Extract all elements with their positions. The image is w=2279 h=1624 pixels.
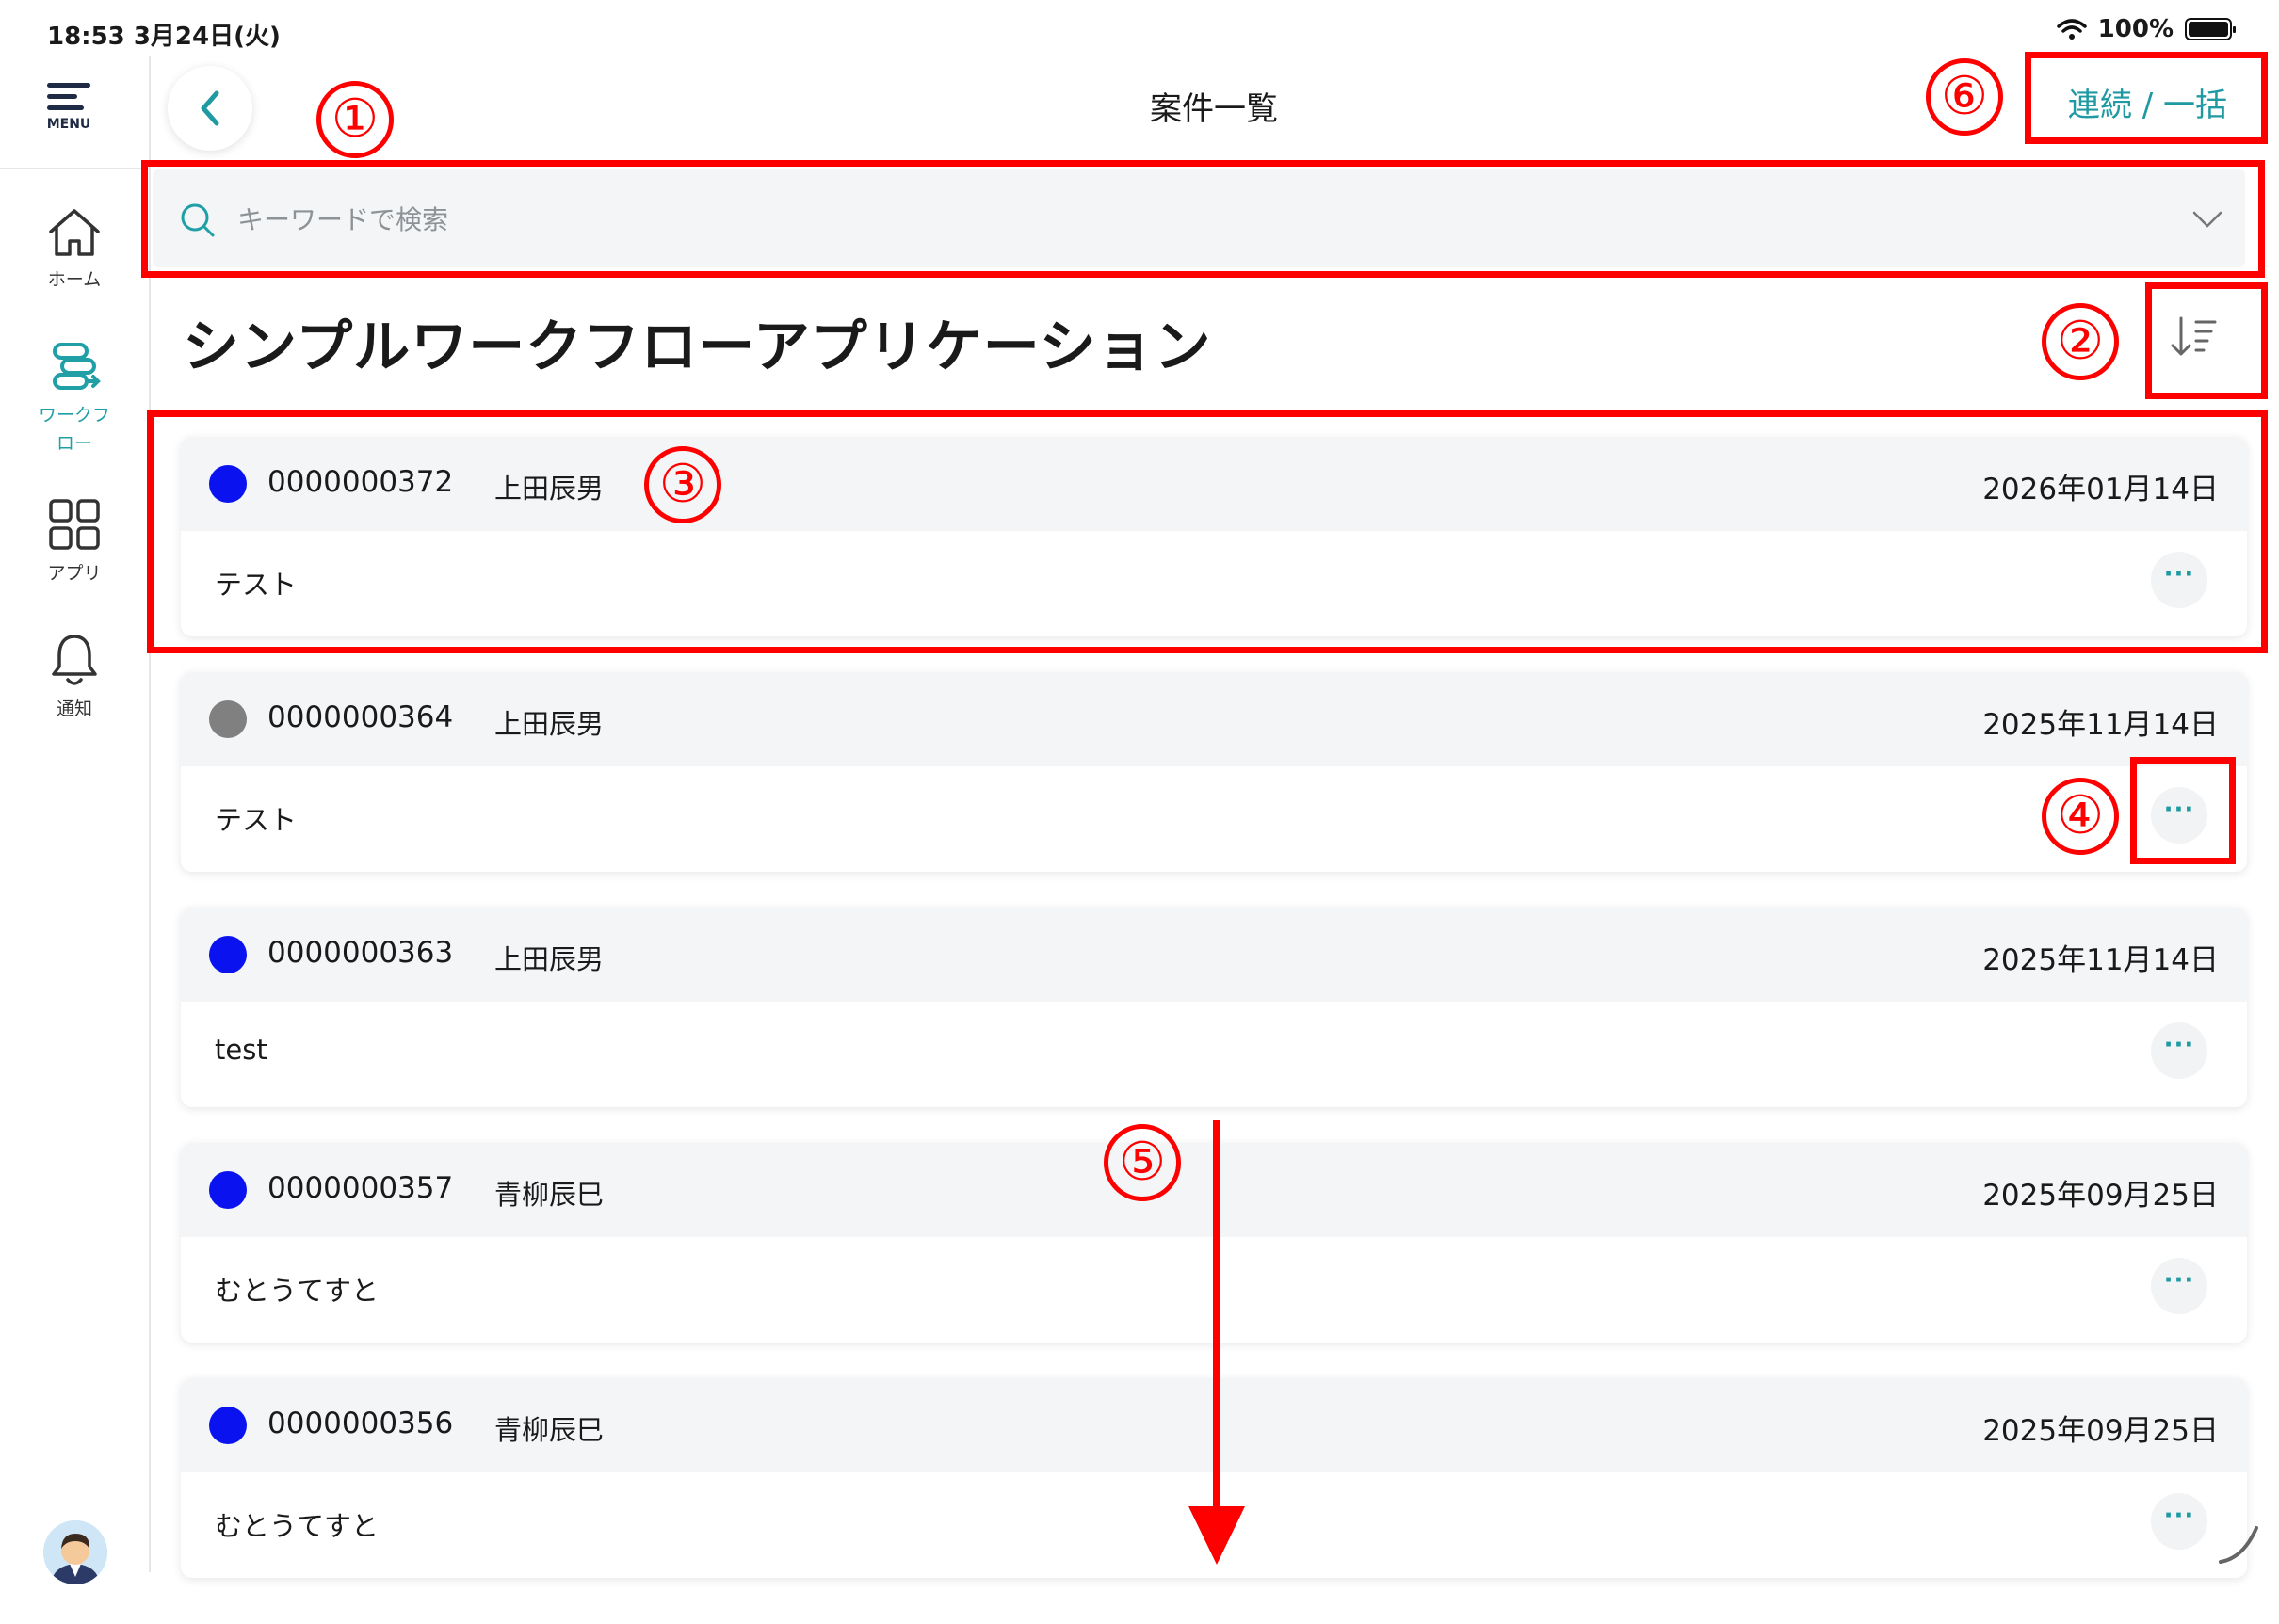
case-date: 2025年09月25日 <box>1982 1179 2219 1213</box>
more-options-button[interactable]: ··· <box>2151 1493 2207 1550</box>
case-user: 上田辰男 <box>494 943 605 975</box>
annotation-number-1: ① <box>316 81 394 158</box>
case-card[interactable]: 0000000364 上田辰男 2025年11月14日 テスト ··· <box>181 672 2247 872</box>
status-dot <box>209 1171 247 1209</box>
case-user: 青柳辰巳 <box>494 1414 605 1446</box>
workflow-icon <box>53 343 101 390</box>
case-date: 2025年11月14日 <box>1982 708 2219 742</box>
sidebar-item-label: 通知 <box>56 699 92 719</box>
case-title: テスト <box>215 804 298 836</box>
scroll-down-arrow <box>1213 1120 1220 1535</box>
wifi-icon <box>2056 19 2087 40</box>
avatar-icon <box>43 1520 107 1584</box>
annotation-number-3: ③ <box>644 446 721 523</box>
sidebar-item-label: ホーム <box>47 269 102 290</box>
battery-percent: 100% <box>2097 15 2174 43</box>
case-id: 0000000357 <box>267 1171 454 1205</box>
resize-handle-icon <box>2219 1526 2258 1564</box>
status-dot <box>209 1407 247 1444</box>
case-title: むとうてすと <box>215 1275 380 1307</box>
status-time: 18:53 3月24日(火) <box>47 23 281 51</box>
annotation-number-2: ② <box>2042 303 2119 380</box>
case-card-header: 0000000363 上田辰男 2025年11月14日 <box>181 908 2247 1002</box>
annotation-box-sort <box>2145 282 2268 399</box>
apps-grid-icon <box>49 499 100 550</box>
annotation-box-bulk <box>2025 52 2268 144</box>
case-date: 2025年11月14日 <box>1982 943 2219 977</box>
sidebar-item-apps[interactable]: アプリ <box>0 497 149 585</box>
sidebar-item-label: ワークフロー <box>38 405 110 454</box>
status-dot <box>209 700 247 738</box>
case-title: むとうてすと <box>215 1510 380 1542</box>
battery-icon <box>2185 18 2236 40</box>
case-id: 0000000363 <box>267 936 454 970</box>
case-card-body: test ··· <box>181 1002 2247 1107</box>
sidebar-item-workflow[interactable]: ワークフロー <box>0 337 149 458</box>
case-id: 0000000356 <box>267 1407 454 1440</box>
home-icon <box>49 209 100 256</box>
case-card-header: 0000000364 上田辰男 2025年11月14日 <box>181 672 2247 766</box>
sidebar: MENU ホーム ワークフロー アプリ 通知 <box>0 56 151 1584</box>
case-user: 上田辰男 <box>494 708 605 740</box>
annotation-number-5: ⑤ <box>1104 1124 1181 1201</box>
case-card[interactable]: 0000000363 上田辰男 2025年11月14日 test ··· <box>181 908 2247 1107</box>
annotation-box-card <box>147 410 2268 653</box>
annotation-box-more <box>2130 757 2236 864</box>
scroll-down-arrow-head <box>1188 1506 1245 1565</box>
sidebar-item-label: アプリ <box>47 563 102 584</box>
case-date: 2025年09月25日 <box>1982 1414 2219 1448</box>
more-options-button[interactable]: ··· <box>2151 1022 2207 1079</box>
case-user: 青柳辰巳 <box>494 1179 605 1211</box>
bell-icon <box>52 635 97 685</box>
status-indicators: 100% <box>2056 15 2236 43</box>
user-avatar[interactable] <box>43 1520 107 1584</box>
annotation-number-6: ⑥ <box>1926 58 2003 136</box>
case-title: test <box>215 1034 267 1066</box>
sidebar-item-home[interactable]: ホーム <box>0 205 149 291</box>
status-dot <box>209 936 247 973</box>
sidebar-item-notifications[interactable]: 通知 <box>0 631 149 720</box>
annotation-number-4: ④ <box>2042 778 2119 855</box>
more-options-button[interactable]: ··· <box>2151 1258 2207 1314</box>
sidebar-divider <box>0 168 149 169</box>
annotation-box-search <box>141 160 2265 278</box>
app-title: シンプルワークフローアプリケーション <box>183 314 1212 380</box>
case-id: 0000000364 <box>267 700 454 734</box>
case-card-body: テスト ··· <box>181 766 2247 872</box>
